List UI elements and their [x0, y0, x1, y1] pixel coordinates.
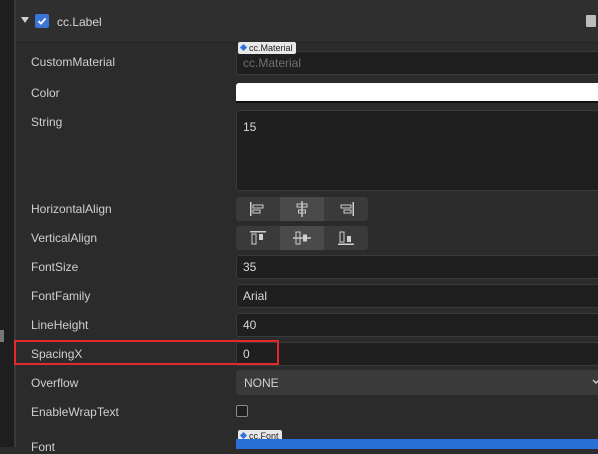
fontfamily-value: Arial [243, 289, 268, 303]
spacingx-highlight-box [14, 340, 279, 365]
string-value: 15 [243, 120, 257, 134]
component-title: cc.Label [57, 15, 102, 29]
fontsize-value: 35 [243, 260, 257, 274]
valign-top-icon [250, 231, 266, 245]
vertical-align-group [236, 226, 368, 250]
color-picker-swatch[interactable] [236, 83, 598, 103]
enablewraptext-checkbox[interactable] [236, 405, 248, 417]
spacingx-input[interactable]: 0 [236, 342, 598, 366]
left-panel-edge [0, 0, 14, 447]
font-label: Font [31, 440, 56, 454]
component-enabled-checkbox[interactable] [35, 14, 49, 28]
horizontalalign-label: HorizontalAlign [31, 202, 112, 216]
overflow-select[interactable]: NONE [236, 370, 598, 395]
chevron-down-icon [592, 379, 598, 384]
overflow-label: Overflow [31, 376, 79, 390]
enablewraptext-label: EnableWrapText [31, 405, 119, 419]
lineheight-label: LineHeight [31, 318, 89, 332]
material-tag-text: cc.Material [249, 43, 293, 53]
component-header [16, 0, 598, 43]
valign-top-button[interactable] [236, 226, 280, 250]
align-center-button[interactable] [280, 197, 324, 221]
align-left-icon [250, 202, 264, 216]
align-left-button[interactable] [236, 197, 280, 221]
font-asset-field[interactable] [236, 439, 598, 449]
verticalalign-label: VerticalAlign [31, 231, 98, 245]
asset-diamond-icon [239, 431, 248, 440]
color-alpha-bar [236, 101, 598, 103]
align-center-icon [296, 201, 308, 217]
string-textarea[interactable]: 15 [236, 110, 598, 191]
horizontal-align-group [236, 197, 368, 221]
asset-diamond-icon [239, 43, 248, 52]
color-label: Color [31, 86, 60, 100]
valign-bottom-icon [338, 231, 354, 245]
fontsize-input[interactable]: 35 [236, 255, 598, 279]
fontfamily-label: FontFamily [31, 289, 91, 303]
valign-center-button[interactable] [280, 226, 324, 250]
lineheight-value: 40 [243, 318, 257, 332]
custommaterial-placeholder: cc.Material [243, 56, 302, 70]
string-label: String [31, 115, 63, 129]
panel-divider[interactable] [14, 0, 16, 447]
custommaterial-label: CustomMaterial [31, 55, 116, 69]
custommaterial-field[interactable]: cc.Material [236, 51, 598, 75]
collapse-caret-icon[interactable] [21, 17, 29, 23]
align-right-button[interactable] [324, 197, 368, 221]
align-right-icon [340, 202, 354, 216]
help-book-icon[interactable] [586, 15, 596, 27]
checkmark-icon [37, 17, 47, 25]
valign-bottom-button[interactable] [324, 226, 368, 250]
scroll-marker [0, 330, 4, 342]
fontsize-label: FontSize [31, 260, 79, 274]
material-type-tag: cc.Material [238, 42, 296, 54]
overflow-value: NONE [244, 376, 279, 390]
valign-center-icon [293, 231, 311, 245]
fontfamily-input[interactable]: Arial [236, 284, 598, 308]
lineheight-input[interactable]: 40 [236, 313, 598, 337]
